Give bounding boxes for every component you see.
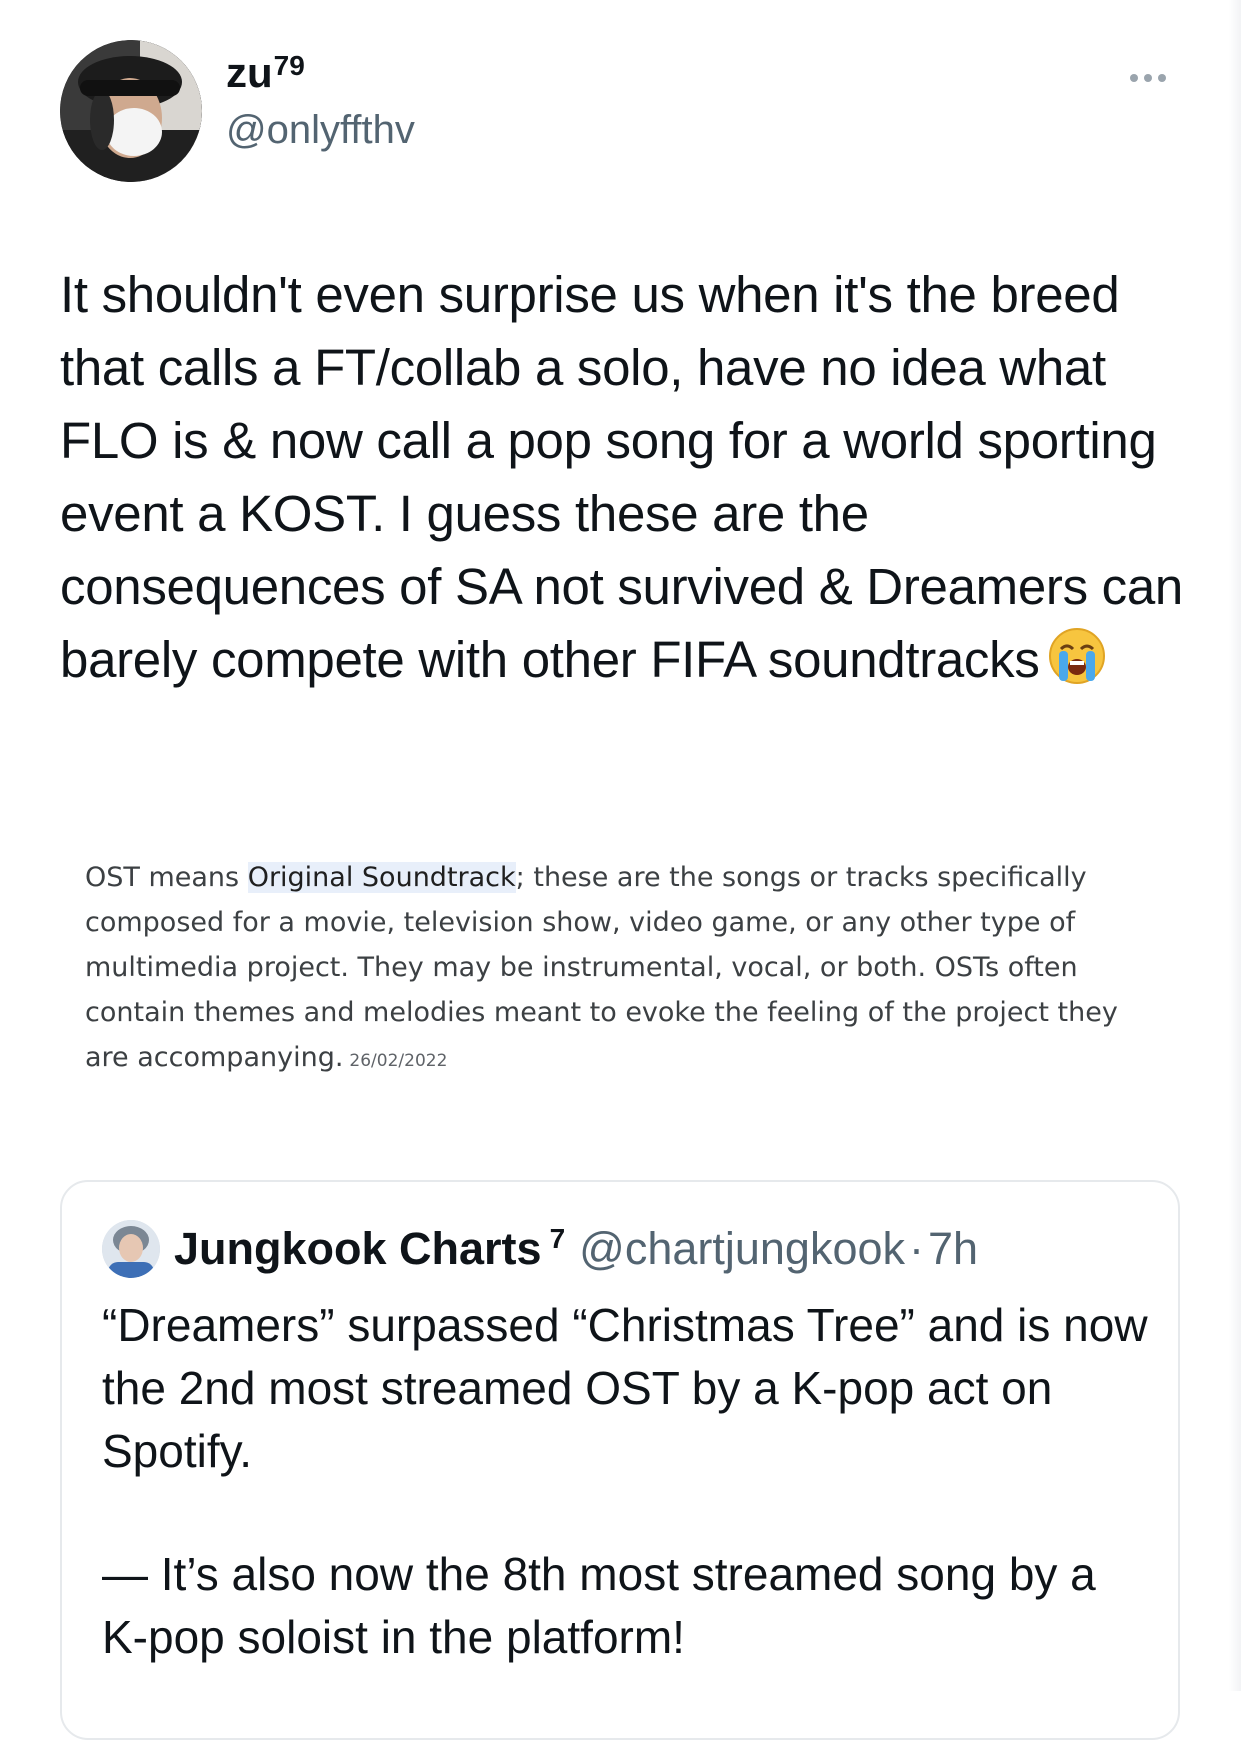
quoted-paragraph-1: “Dreamers” surpassed “Christmas Tree” an… [102,1299,1148,1477]
author-name-text: zu [226,49,273,96]
tweet-body: It shouldn't even surprise us when it's … [60,266,1183,688]
author-display-name[interactable]: zu79 [226,49,415,96]
quoted-author-name-text: Jungkook Charts [174,1223,542,1274]
more-options-button[interactable] [1118,58,1178,98]
tweet-text: It shouldn't even surprise us when it's … [60,258,1190,696]
quoted-author-superscript: 7 [549,1223,566,1254]
quoted-tweet-header: Jungkook Charts 7 @chartjungkook · 7h [102,1220,978,1278]
definition-body: ; these are the songs or tracks specific… [85,862,1118,1073]
more-dot-icon [1130,74,1138,82]
author-handle[interactable]: @onlyffthv [226,108,415,153]
quoted-paragraph-2: — It’s also now the 8th most streamed so… [102,1548,1096,1663]
loudly-crying-face-icon [1048,627,1106,685]
definition-lead: OST means [85,862,248,893]
quoted-author-handle[interactable]: @chartjungkook [579,1223,905,1275]
quoted-tweet-text: “Dreamers” surpassed “Christmas Tree” an… [102,1294,1152,1669]
more-dot-icon [1158,74,1166,82]
tweet-header: zu79 @onlyffthv [60,40,1180,182]
author-avatar[interactable] [60,40,202,182]
quoted-timestamp[interactable]: 7h [928,1223,978,1275]
author-name-superscript: 79 [273,50,305,81]
scrollbar-edge [1229,0,1241,1691]
quoted-author-name[interactable]: Jungkook Charts 7 [174,1223,565,1275]
quoted-tweet-card[interactable]: Jungkook Charts 7 @chartjungkook · 7h “Dr… [60,1180,1180,1740]
quoted-avatar-image [102,1220,160,1278]
quoted-separator: · [909,1223,924,1274]
definition-date: 26/02/2022 [349,1051,448,1071]
author-avatar-image [60,40,202,182]
quoted-author-avatar[interactable] [102,1220,160,1278]
definition-highlight: Original Soundtrack [247,862,516,893]
ost-definition-snippet: OST means Original Soundtrack; these are… [85,855,1145,1084]
more-dot-icon [1144,74,1152,82]
